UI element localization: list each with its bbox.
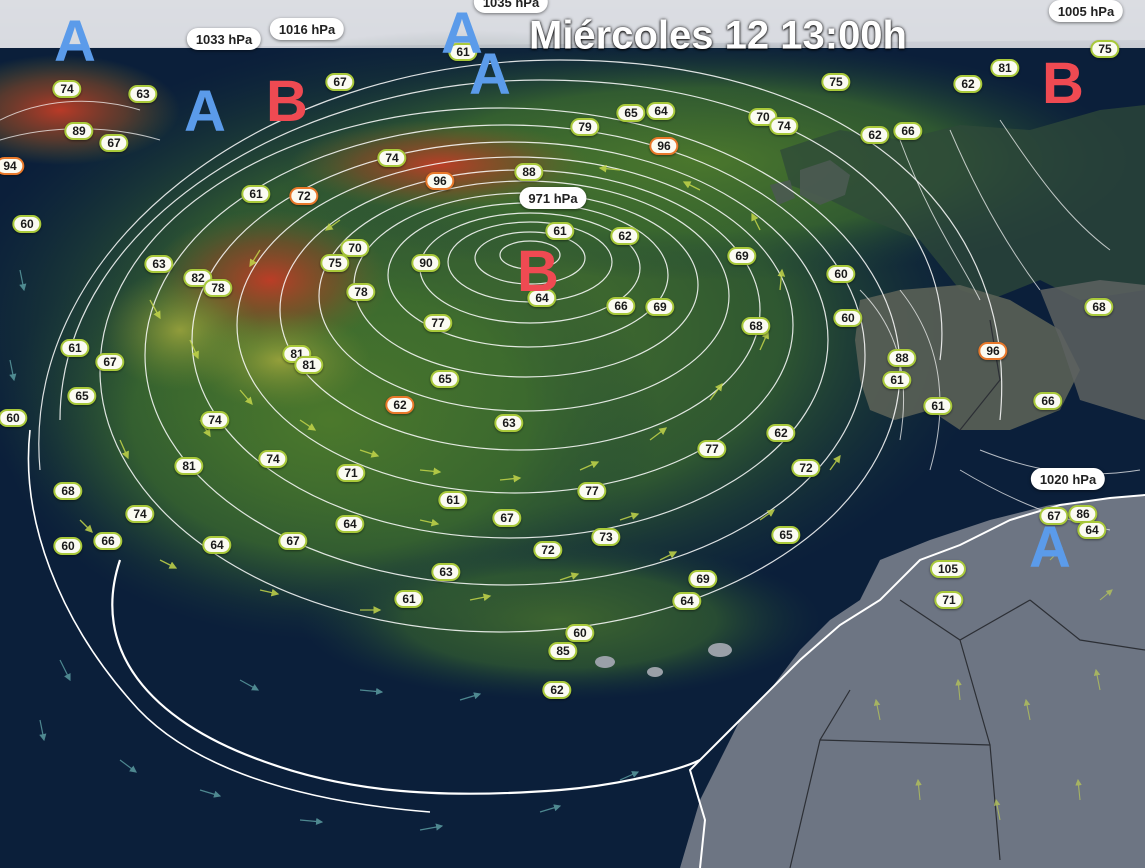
wind-speed-badge: 62 <box>860 126 890 144</box>
wind-speed-badge: 79 <box>570 118 600 136</box>
wind-speed-badge: 63 <box>128 85 158 103</box>
wind-speed-badge: 105 <box>929 560 967 578</box>
wind-speed-badge: 62 <box>542 681 572 699</box>
wind-speed-badge: 69 <box>727 247 757 265</box>
wind-speed-badge: 63 <box>144 255 174 273</box>
wind-speed-badge: 75 <box>821 73 851 91</box>
wind-speed-badge: 69 <box>645 298 675 316</box>
wind-speed-badge: 67 <box>95 353 125 371</box>
wind-speed-badge: 62 <box>953 75 983 93</box>
overlay-labels: 74 63 89 67 94 60 67 61 75 62 81 75 79 65 64 70 74 62 66 74… <box>0 0 1145 868</box>
wind-speed-badge: 77 <box>423 314 453 332</box>
wind-speed-badge: 66 <box>1033 392 1063 410</box>
wind-speed-badge: 64 <box>202 536 232 554</box>
wind-speed-badge: 96 <box>425 172 455 190</box>
wind-speed-badge: 63 <box>431 563 461 581</box>
high-pressure-marker: A <box>184 79 226 144</box>
pressure-label: 1035 hPa <box>473 0 549 13</box>
wind-speed-badge: 73 <box>591 528 621 546</box>
wind-speed-badge: 61 <box>241 185 271 203</box>
weather-map[interactable]: 74 63 89 67 94 60 67 61 75 62 81 75 79 65 64 70 74 62 66 74… <box>0 0 1145 868</box>
wind-speed-badge: 66 <box>893 122 923 140</box>
wind-speed-badge: 81 <box>990 59 1020 77</box>
high-pressure-marker: A <box>441 1 483 66</box>
wind-speed-badge: 67 <box>99 134 129 152</box>
wind-speed-badge: 60 <box>826 265 856 283</box>
wind-speed-badge: 71 <box>336 464 366 482</box>
wind-speed-badge: 75 <box>1090 40 1120 58</box>
wind-speed-badge: 64 <box>335 515 365 533</box>
wind-speed-badge: 60 <box>565 624 595 642</box>
wind-speed-badge: 62 <box>766 424 796 442</box>
wind-speed-badge: 65 <box>616 104 646 122</box>
wind-speed-badge: 67 <box>278 532 308 550</box>
low-pressure-marker: B <box>266 69 308 134</box>
wind-speed-badge: 96 <box>978 342 1008 360</box>
wind-speed-badge: 60 <box>0 409 28 427</box>
wind-speed-badge: 88 <box>514 163 544 181</box>
wind-speed-badge: 60 <box>833 309 863 327</box>
high-pressure-marker: A <box>54 9 96 74</box>
wind-speed-badge: 60 <box>53 537 83 555</box>
wind-speed-badge: 68 <box>1084 298 1114 316</box>
wind-speed-badge: 61 <box>923 397 953 415</box>
pressure-label: 971 hPa <box>519 187 587 209</box>
wind-speed-badge: 61 <box>882 371 912 389</box>
wind-speed-badge: 66 <box>93 532 123 550</box>
wind-speed-badge: 72 <box>791 459 821 477</box>
wind-speed-badge: 85 <box>548 642 578 660</box>
wind-speed-badge: 78 <box>203 279 233 297</box>
wind-speed-badge: 66 <box>606 297 636 315</box>
high-pressure-marker: A <box>1029 515 1071 580</box>
wind-speed-badge: 61 <box>394 590 424 608</box>
wind-speed-badge: 62 <box>610 227 640 245</box>
wind-speed-badge: 74 <box>200 411 230 429</box>
wind-speed-badge: 89 <box>64 122 94 140</box>
wind-speed-badge: 68 <box>53 482 83 500</box>
wind-speed-badge: 61 <box>438 491 468 509</box>
wind-speed-badge: 64 <box>646 102 676 120</box>
wind-speed-badge: 72 <box>289 187 319 205</box>
wind-speed-badge: 75 <box>320 254 350 272</box>
wind-speed-badge: 77 <box>577 482 607 500</box>
wind-speed-badge: 65 <box>67 387 97 405</box>
wind-speed-badge: 64 <box>1077 521 1107 539</box>
pressure-label: 1033 hPa <box>186 28 262 50</box>
wind-speed-badge: 78 <box>346 283 376 301</box>
wind-speed-badge: 65 <box>430 370 460 388</box>
wind-speed-badge: 77 <box>697 440 727 458</box>
pressure-label: 1020 hPa <box>1030 468 1106 490</box>
wind-speed-badge: 67 <box>325 73 355 91</box>
wind-speed-badge: 74 <box>125 505 155 523</box>
wind-speed-badge: 64 <box>672 592 702 610</box>
wind-speed-badge: 69 <box>688 570 718 588</box>
wind-speed-badge: 61 <box>545 222 575 240</box>
wind-speed-badge: 63 <box>494 414 524 432</box>
wind-speed-badge: 62 <box>385 396 415 414</box>
wind-speed-badge: 74 <box>377 149 407 167</box>
wind-speed-badge: 81 <box>294 356 324 374</box>
wind-speed-badge: 74 <box>52 80 82 98</box>
low-pressure-marker: B <box>517 239 559 304</box>
wind-speed-badge: 72 <box>533 541 563 559</box>
wind-speed-badge: 71 <box>934 591 964 609</box>
pressure-label: 1005 hPa <box>1048 0 1124 22</box>
wind-speed-badge: 67 <box>492 509 522 527</box>
wind-speed-badge: 60 <box>12 215 42 233</box>
wind-speed-badge: 68 <box>741 317 771 335</box>
low-pressure-marker: B <box>1042 51 1084 116</box>
wind-speed-badge: 94 <box>0 157 25 175</box>
wind-speed-badge: 74 <box>258 450 288 468</box>
wind-speed-badge: 74 <box>769 117 799 135</box>
wind-speed-badge: 61 <box>60 339 90 357</box>
wind-speed-badge: 81 <box>174 457 204 475</box>
wind-speed-badge: 65 <box>771 526 801 544</box>
wind-speed-badge: 88 <box>887 349 917 367</box>
wind-speed-badge: 96 <box>649 137 679 155</box>
pressure-label: 1016 hPa <box>269 18 345 40</box>
wind-speed-badge: 90 <box>411 254 441 272</box>
forecast-time-title: Miércoles 12 13:00h <box>529 13 907 58</box>
